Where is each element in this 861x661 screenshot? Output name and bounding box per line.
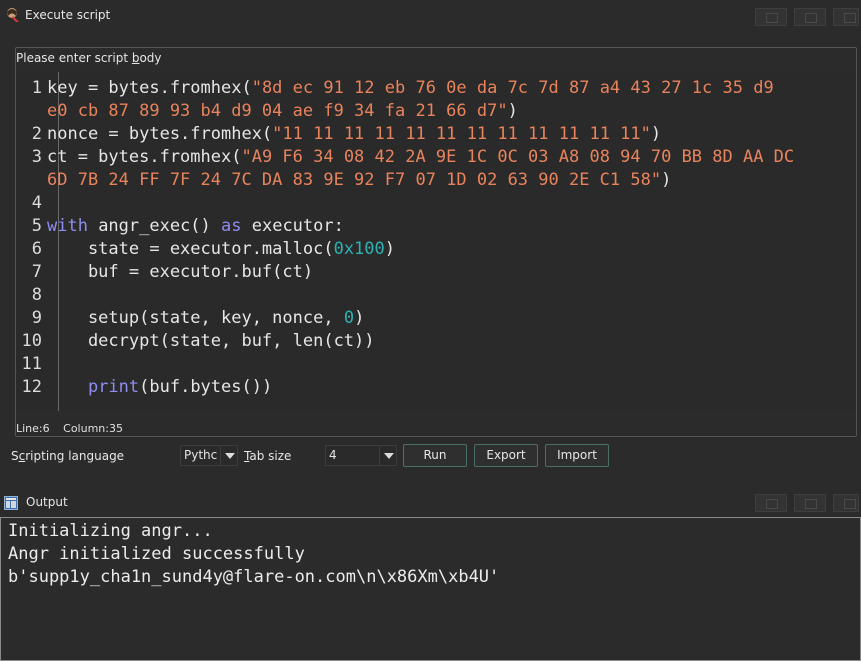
output-panel-icon (4, 496, 18, 510)
line-number: 8 (31, 285, 42, 305)
cursor-column: Column:35 (63, 422, 123, 435)
code-token: state = executor.malloc( (47, 239, 334, 259)
code-line: 3 ct = bytes.fromhex("A9 F6 34 08 42 2A 9… (16, 146, 856, 169)
output-title: Output (26, 495, 68, 509)
code-token: executor: (241, 216, 344, 236)
code-line: 9 setup(state, key, nonce, 0) (16, 307, 856, 330)
line-number: 10 (21, 331, 42, 351)
line-number: 1 (31, 78, 42, 98)
output-maximize-button[interactable] (794, 494, 826, 512)
code-token: "11 11 11 11 11 11 11 11 11 11 11 11" (272, 124, 651, 144)
code-text: state = executor.malloc(0x100) (47, 238, 395, 261)
script-editor[interactable]: 1 key = bytes.fromhex("8d ec 91 12 eb 76 … (16, 72, 856, 411)
code-line: 2 nonce = bytes.fromhex("11 11 11 11 11 1… (16, 123, 856, 146)
code-line: 12 print(buf.bytes()) (16, 376, 856, 399)
tab-size-select[interactable]: 4 (325, 445, 397, 466)
line-number: 7 (31, 262, 42, 282)
code-text: e0 cb 87 89 93 b4 d9 04 ae f9 34 fa 21 6… (47, 100, 518, 123)
code-line: e0 cb 87 89 93 b4 d9 04 ae f9 34 fa 21 6… (16, 100, 856, 123)
code-line: 10 decrypt(state, buf, len(ct)) (16, 330, 856, 353)
code-text: 6D 7B 24 FF 7F 24 7C DA 83 9E 92 F7 07 1… (47, 169, 671, 192)
scripting-language-select[interactable]: Pythc (180, 445, 238, 466)
code-token: 6D 7B 24 FF 7F 24 7C DA 83 9E 92 F7 07 1… (47, 170, 662, 190)
line-number: 11 (21, 354, 42, 374)
code-token: buf = executor.buf(ct) (47, 262, 314, 282)
code-line: 1 key = bytes.fromhex("8d ec 91 12 eb 76 … (16, 77, 856, 100)
app-logo-icon (7, 8, 19, 22)
line-number: 9 (31, 308, 42, 328)
code-text: ct = bytes.fromhex("A9 F6 34 08 42 2A 9E… (47, 146, 794, 169)
code-token: ) (507, 101, 518, 121)
code-token: as (221, 216, 242, 236)
code-line: 6D 7B 24 FF 7F 24 7C DA 83 9E 92 F7 07 1… (16, 169, 856, 192)
output-minimize-button[interactable] (755, 494, 787, 512)
code-token: with (47, 216, 88, 236)
code-token: "A9 F6 34 08 42 2A 9E 1C 0C 03 A8 08 94 … (241, 147, 795, 167)
code-line: 7 buf = executor.buf(ct) (16, 261, 856, 284)
code-line: 6 state = executor.malloc(0x100) (16, 238, 856, 261)
output-titlebar: Output (0, 492, 861, 516)
output-console[interactable]: Initializing angr... Angr initialized suc… (0, 517, 861, 661)
code-token: 0x100 (333, 239, 385, 259)
code-text: with angr_exec() as executor: (47, 215, 344, 238)
code-token: setup(state, key, nonce, (47, 308, 344, 328)
run-button[interactable]: Run (403, 444, 467, 467)
script-body-label: Please enter script body (16, 51, 162, 65)
code-token: ) (650, 124, 662, 144)
code-token: ct = bytes.fromhex( (47, 147, 242, 167)
line-number: 2 (31, 124, 42, 144)
code-line: 11 (16, 353, 856, 376)
code-token: print (87, 377, 140, 397)
maximize-button[interactable] (794, 8, 826, 26)
code-token: angr_exec() (87, 216, 222, 236)
code-token: 0 (343, 308, 355, 328)
line-number: 4 (31, 193, 42, 213)
cursor-line: Line:6 (16, 422, 50, 435)
code-line: 4 (16, 192, 856, 215)
editor-status-bar: Line:6 Column:35 (16, 422, 133, 435)
code-token: ) (384, 239, 396, 259)
chevron-down-icon[interactable] (379, 446, 396, 465)
code-token: "8d ec 91 12 eb 76 0e da 7c 7d 87 a4 43 … (251, 78, 774, 98)
code-token: (buf.bytes()) (139, 377, 273, 397)
code-text: decrypt(state, buf, len(ct)) (47, 330, 375, 353)
minimize-button[interactable] (755, 8, 787, 26)
code-text: setup(state, key, nonce, 0) (47, 307, 364, 330)
window-title: Execute script (25, 8, 111, 22)
line-number: 12 (21, 377, 42, 397)
line-number: 5 (31, 216, 42, 236)
code-token: e0 cb 87 89 93 b4 d9 04 ae f9 34 fa 21 6… (47, 101, 508, 121)
window-titlebar: Execute script (0, 0, 861, 32)
code-text: buf = executor.buf(ct) (47, 261, 313, 284)
script-controls: Scripting language Pythc Tab size 4 Run … (0, 443, 861, 469)
code-text: key = bytes.fromhex("8d ec 91 12 eb 76 0… (47, 77, 774, 100)
output-line: Angr initialized successfully (8, 544, 305, 564)
code-token: ) (661, 170, 672, 190)
code-token: key = bytes.fromhex( (47, 78, 252, 98)
close-button[interactable] (833, 8, 859, 26)
code-token: ) (354, 308, 365, 328)
code-line: 8 (16, 284, 856, 307)
scripting-language-label: Scripting language (11, 449, 125, 463)
export-button[interactable]: Export (474, 444, 538, 467)
import-button[interactable]: Import (545, 444, 609, 467)
tab-size-label: Tab size (244, 449, 292, 463)
line-number: 3 (31, 147, 42, 167)
output-close-button[interactable] (833, 494, 859, 512)
code-text: print(buf.bytes()) (47, 376, 272, 399)
code-token: nonce = bytes.fromhex( (47, 124, 273, 144)
output-line: Initializing angr... (8, 521, 213, 541)
code-token: decrypt(state, buf, len(ct)) (47, 331, 375, 351)
code-line: 5 with angr_exec() as executor: (16, 215, 856, 238)
line-number: 6 (31, 239, 42, 259)
output-line: b'supp1y_cha1n_sund4y@flare-on.com\n\x86… (8, 567, 500, 587)
chevron-down-icon[interactable] (220, 446, 237, 465)
code-text: nonce = bytes.fromhex("11 11 11 11 11 11… (47, 123, 661, 146)
